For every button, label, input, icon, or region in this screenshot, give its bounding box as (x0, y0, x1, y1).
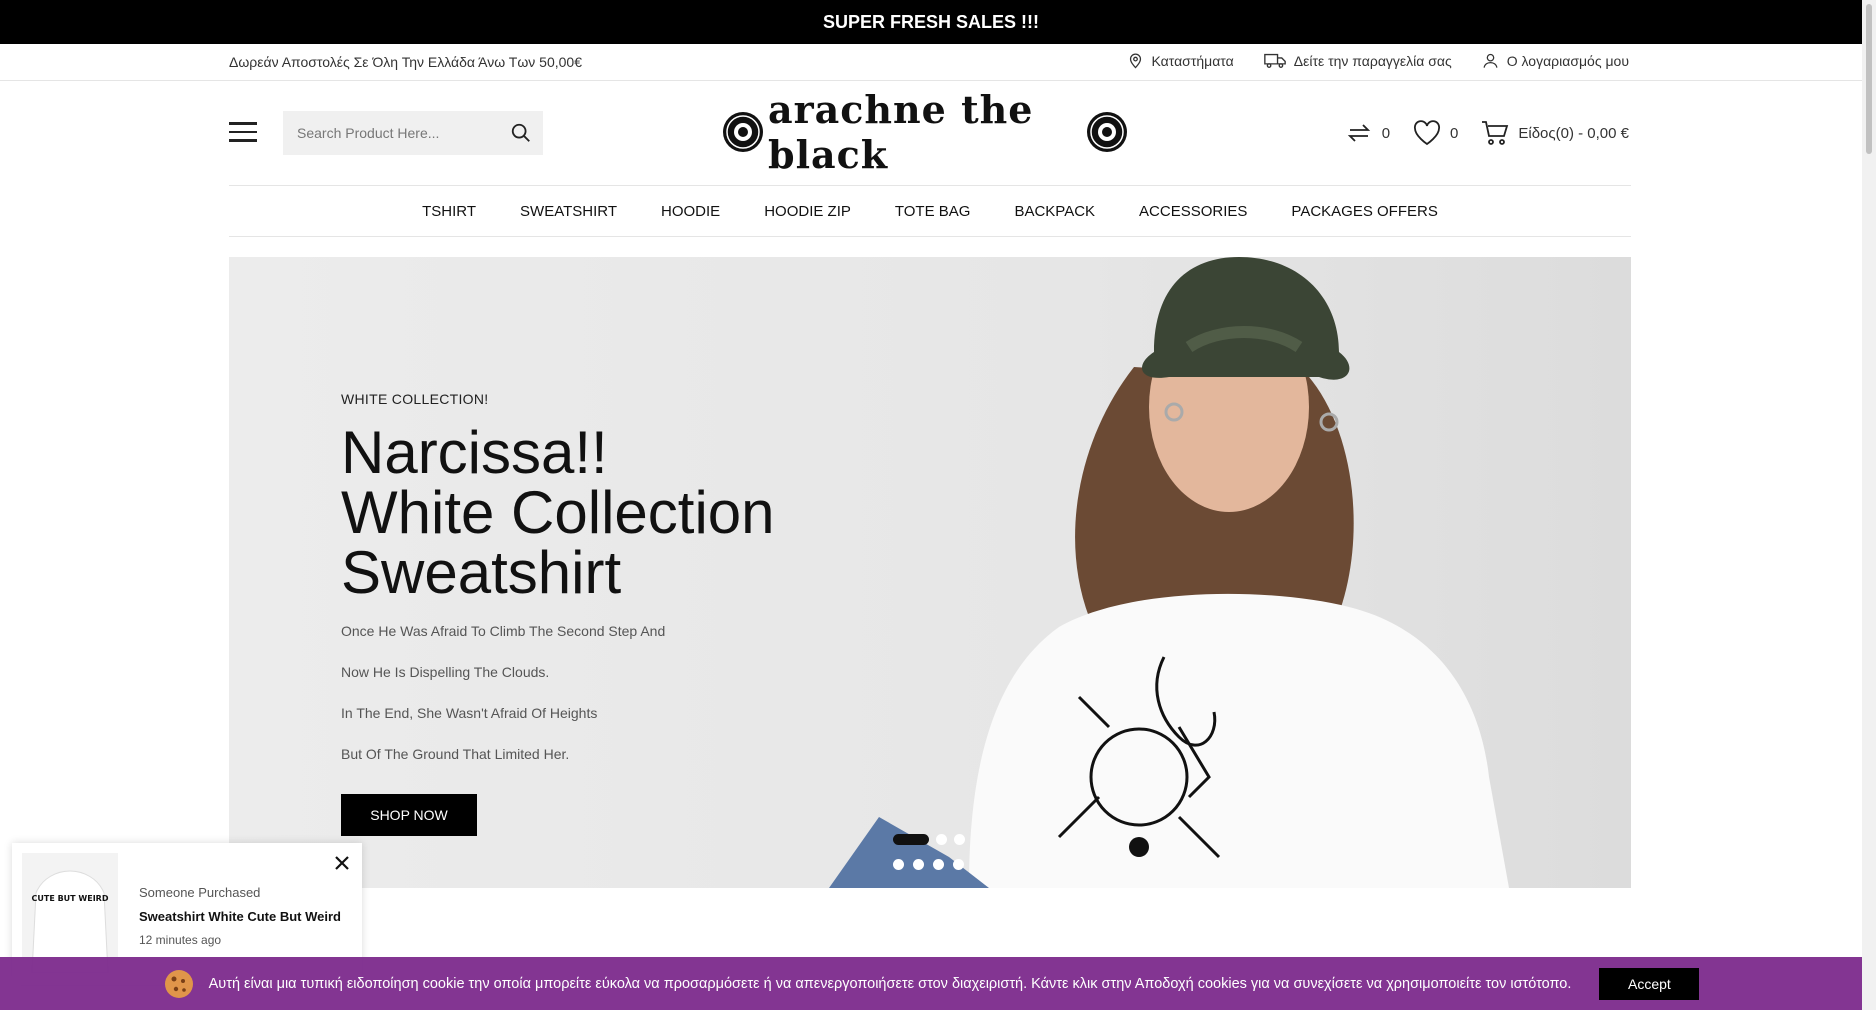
logo-seal-icon (723, 112, 763, 152)
nav-item-tshirt[interactable]: TSHIRT (422, 203, 476, 220)
cart-button[interactable]: Είδος(0) - 0,00 € (1480, 118, 1629, 148)
location-pin-icon (1129, 53, 1141, 69)
hero-description-line: Now He Is Dispelling The Clouds. (341, 664, 550, 680)
search-input[interactable] (283, 111, 499, 155)
search-box (283, 111, 543, 155)
header-actions: 0 0 Είδος(0) - 0,00 € (1344, 118, 1629, 148)
slider-pagination (893, 834, 965, 845)
logo-text: arachne the black (768, 87, 1034, 177)
nav-item-hoodie[interactable]: HOODIE (661, 203, 720, 220)
scrollbar-thumb[interactable] (1866, 4, 1872, 154)
site-logo[interactable]: arachne the black (722, 87, 1128, 177)
slider-dot[interactable] (913, 859, 924, 870)
cart-summary: Είδος(0) - 0,00 € (1518, 124, 1629, 142)
shipping-notice: Δωρεάν Αποστολές Σε Όλη Την Ελλάδα Άνω Τ… (229, 54, 582, 70)
hero-description-line: In The End, She Wasn't Afraid Of Heights (341, 705, 598, 721)
compare-count: 0 (1381, 124, 1391, 142)
heart-icon (1414, 120, 1441, 146)
notification-text: Someone Purchased Sweatshirt White Cute … (139, 885, 341, 947)
top-bar: Δωρεάν Αποστολές Σε Όλη Την Ελλάδα Άνω Τ… (0, 44, 1862, 81)
slider-thumbs-pagination (893, 859, 964, 870)
shop-now-button[interactable]: SHOP NOW (341, 794, 477, 836)
cookie-text: Αυτή είναι μια τυπική ειδοποίηση cookie … (208, 975, 1572, 992)
truck-icon (1263, 53, 1286, 68)
hero-title-line: Narcissa!! (341, 419, 608, 486)
product-thumbnail[interactable]: CUTE BUT WEIRD (22, 853, 118, 973)
promo-text: SUPER FRESH SALES !!! (822, 11, 1040, 32)
hero-title: Narcissa!! White Collection Sweatshirt (341, 423, 861, 603)
hero-title-line: Sweatshirt (341, 539, 622, 606)
menu-icon[interactable] (229, 122, 257, 144)
top-links: Καταστήματα Δείτε την παραγγελία σας Ο λ… (1127, 52, 1629, 69)
compare-icon (1347, 124, 1370, 142)
notification-product[interactable]: Sweatshirt White Cute But Weird (139, 909, 341, 924)
nav-item-hoodie-zip[interactable]: HOODIE ZIP (764, 203, 851, 220)
nav-item-packages-offers[interactable]: PACKAGES OFFERS (1291, 203, 1437, 220)
accept-cookies-button[interactable]: Accept (1599, 967, 1700, 1000)
hero-kicker: WHITE COLLECTION! (341, 391, 489, 407)
hero-description-line: Once He Was Afraid To Climb The Second S… (341, 623, 666, 639)
slider-dot[interactable] (954, 834, 965, 845)
cookie-icon (164, 969, 193, 998)
account-link[interactable]: Ο λογαριασμός μου (1482, 52, 1629, 69)
hero-slider: WHITE COLLECTION! Narcissa!! White Colle… (229, 257, 1631, 888)
logo-seal-icon (1087, 112, 1127, 152)
stores-label: Καταστήματα (1151, 52, 1234, 69)
user-icon (1483, 53, 1498, 68)
wishlist-button[interactable]: 0 (1412, 118, 1458, 148)
page: SUPER FRESH SALES !!! Δωρεάν Αποστολές Σ… (0, 0, 1876, 1010)
main-nav: TSHIRT SWEATSHIRT HOODIE HOODIE ZIP TOTE… (229, 185, 1631, 237)
page-scrollbar[interactable] (1862, 0, 1876, 1010)
nav-item-sweatshirt[interactable]: SWEATSHIRT (520, 203, 617, 220)
thumbnail-print-text: CUTE BUT WEIRD (32, 894, 109, 903)
account-label: Ο λογαριασμός μου (1506, 52, 1629, 69)
wishlist-count: 0 (1450, 124, 1459, 142)
nav-item-backpack[interactable]: BACKPACK (1014, 203, 1095, 220)
slider-dot-active[interactable] (893, 834, 929, 845)
hero-description-line: But Of The Ground That Limited Her. (341, 746, 570, 762)
slider-dot[interactable] (893, 859, 904, 870)
nav-item-tote-bag[interactable]: TOTE BAG (895, 203, 971, 220)
track-order-link[interactable]: Δείτε την παραγγελία σας (1263, 52, 1452, 69)
cart-icon (1482, 121, 1509, 145)
promo-bar: SUPER FRESH SALES !!! (0, 0, 1862, 44)
search-button[interactable] (499, 111, 543, 155)
notification-label: Someone Purchased (139, 885, 261, 900)
header: arachne the black 0 0 (0, 82, 1862, 185)
slider-dot[interactable] (936, 834, 947, 845)
hero-description: Once He Was Afraid To Climb The Second S… (341, 623, 665, 787)
nav-item-accessories[interactable]: ACCESSORIES (1139, 203, 1247, 220)
track-order-label: Δείτε την παραγγελία σας (1293, 52, 1452, 69)
compare-button[interactable]: 0 (1344, 118, 1390, 148)
slider-dot[interactable] (933, 859, 944, 870)
notification-time: 12 minutes ago (139, 933, 222, 947)
cookie-banner: Αυτή είναι μια τυπική ειδοποίηση cookie … (0, 957, 1862, 1010)
slider-dot[interactable] (953, 859, 964, 870)
stores-link[interactable]: Καταστήματα (1127, 52, 1234, 69)
close-icon[interactable] (332, 853, 352, 873)
hero-title-line: White Collection (341, 479, 775, 546)
search-icon (511, 123, 530, 142)
